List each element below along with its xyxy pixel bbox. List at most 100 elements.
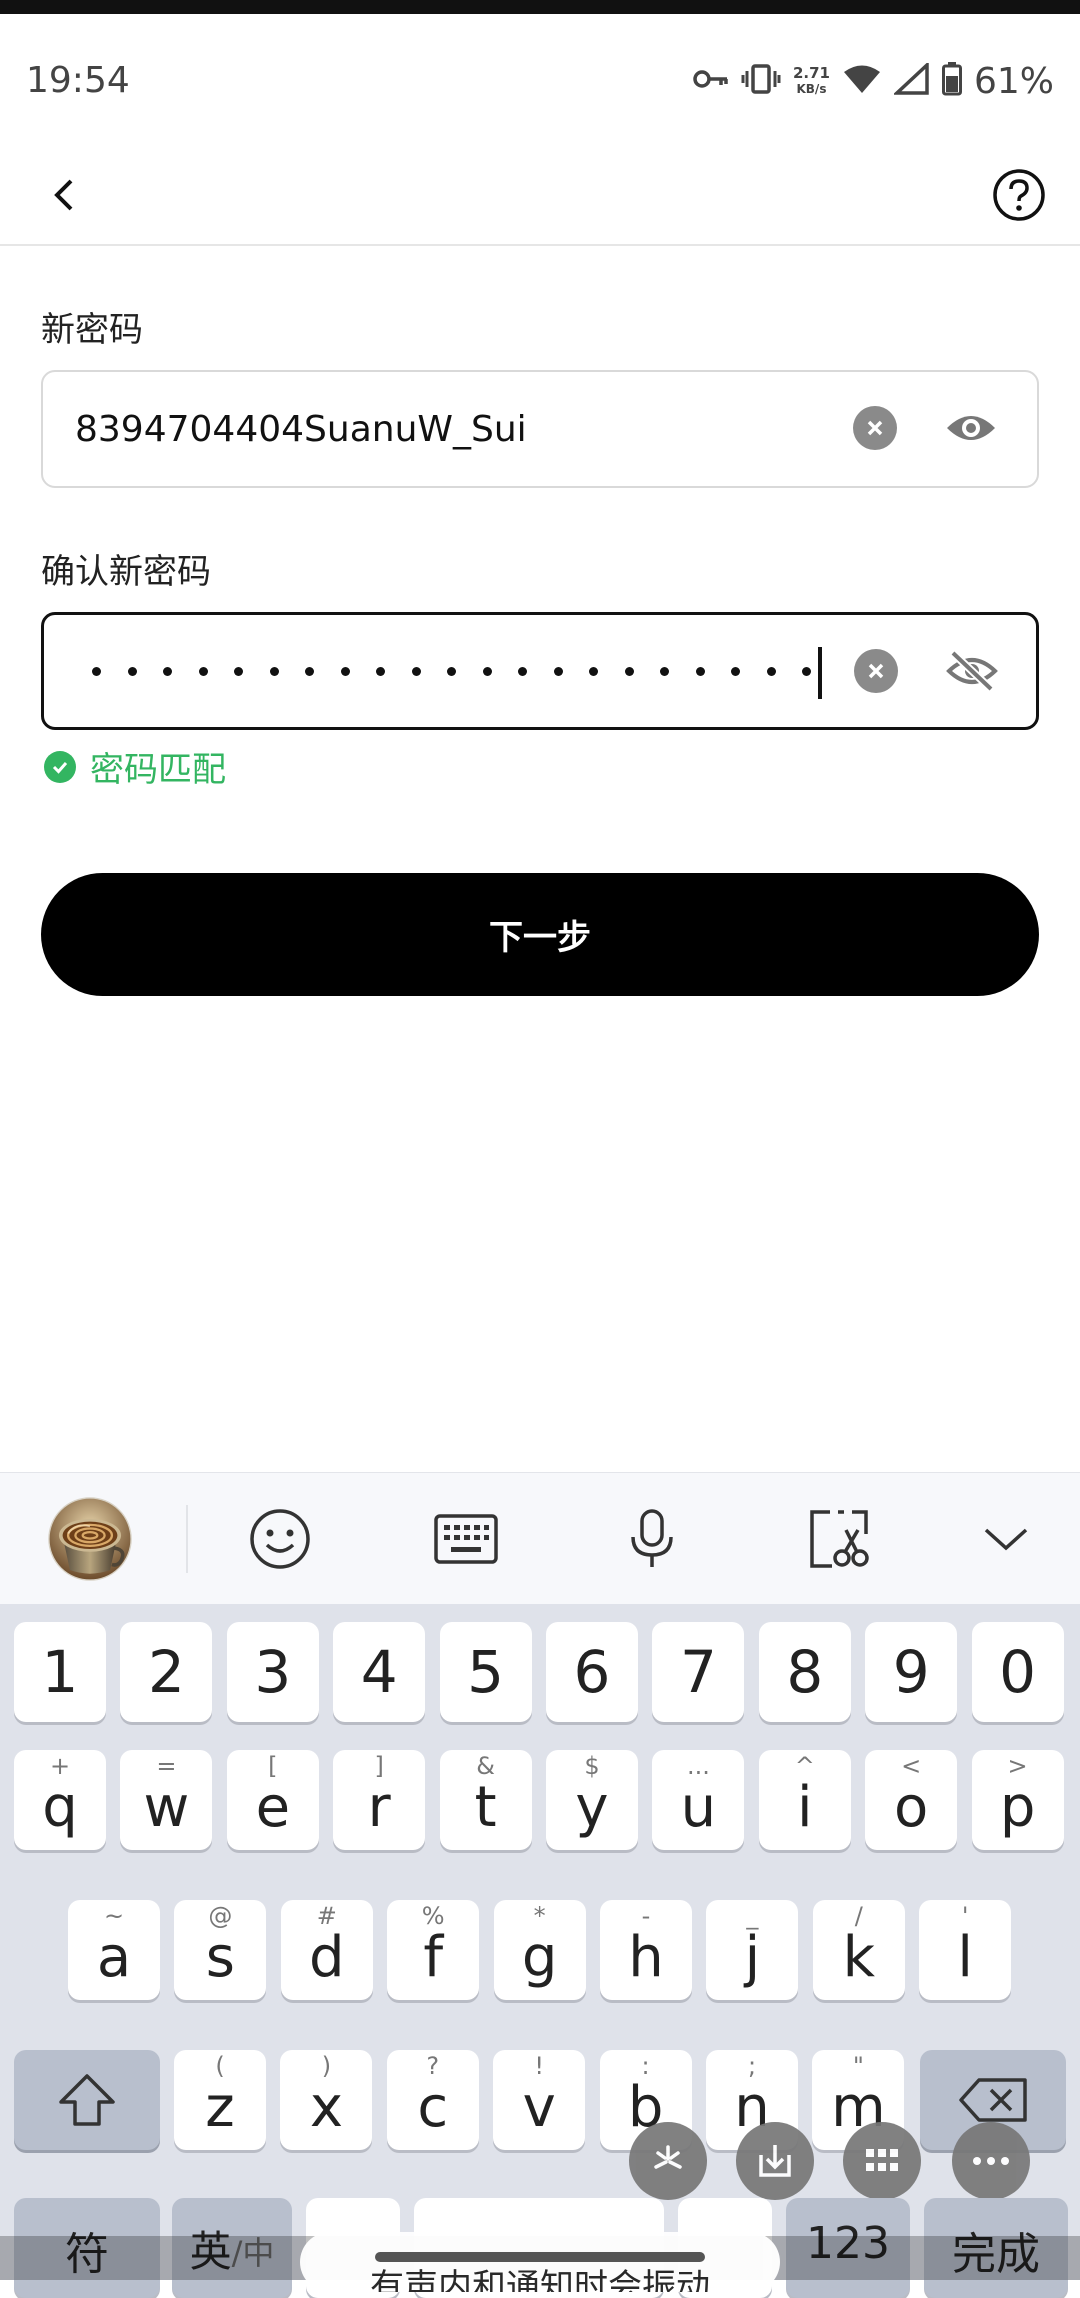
key-7[interactable]: 7 [652, 1622, 745, 1722]
key-o[interactable]: < o [865, 1750, 958, 1850]
floating-grid-button[interactable] [843, 2122, 921, 2200]
key-icon [693, 67, 729, 95]
key-u[interactable]: ... u [652, 1750, 745, 1850]
collapse-keyboard-button[interactable] [964, 1497, 1048, 1581]
mask-dot [198, 666, 208, 676]
avatar [48, 1497, 132, 1581]
mask-dot [802, 666, 811, 676]
key-a[interactable]: ~ a [68, 1900, 160, 2000]
keyboard-switch-button[interactable] [424, 1497, 508, 1581]
microphone-icon [631, 1509, 673, 1567]
key-8[interactable]: 8 [758, 1622, 851, 1722]
eye-icon [947, 416, 995, 440]
download-icon [759, 2145, 791, 2177]
key-q[interactable]: + q [14, 1750, 106, 1850]
floating-download-button[interactable] [736, 2122, 814, 2200]
clear-confirm-password-button[interactable] [854, 649, 898, 693]
network-speed: 2.71 KB/s [792, 64, 830, 96]
key-g[interactable]: * g [493, 1900, 586, 2000]
key-d[interactable]: # d [280, 1900, 373, 2000]
confirm-password-field[interactable] [41, 612, 1039, 730]
keyboard-icon [434, 1514, 498, 1564]
sparkle-icon [654, 2145, 682, 2169]
check-circle-icon [44, 750, 76, 783]
key-c[interactable]: ? c [386, 2050, 479, 2150]
key-v[interactable]: ! v [493, 2050, 586, 2150]
mask-dot [163, 666, 172, 676]
mask-dot [553, 666, 563, 676]
mask-dot [305, 666, 314, 676]
floating-launcher-button[interactable] [629, 2122, 707, 2200]
mask-dot [127, 666, 137, 676]
mask-dot [766, 666, 776, 676]
cell-signal-icon [892, 60, 930, 99]
toast-message: 有声内和通知时会振动 [300, 2232, 780, 2292]
mask-dot [340, 666, 350, 676]
grid-icon [866, 2149, 898, 2171]
key-w[interactable]: = w [120, 1750, 213, 1850]
key-l[interactable]: ' l [919, 1900, 1012, 2000]
status-time: 19:54 [26, 60, 130, 101]
wifi-icon [842, 63, 882, 99]
more-icon [973, 2157, 1009, 2165]
navigation-handle[interactable] [375, 2252, 705, 2262]
key-0[interactable]: 0 [971, 1622, 1064, 1722]
chevron-left-icon [54, 179, 73, 211]
help-button[interactable] [984, 160, 1054, 230]
status-bar: 19:54 2.71 KB/s 61% [0, 14, 1080, 154]
key-3[interactable]: 3 [226, 1622, 319, 1722]
key-1[interactable]: 1 [14, 1622, 106, 1722]
key-i[interactable]: ^ i [758, 1750, 851, 1850]
key-f[interactable]: % f [387, 1900, 480, 2000]
key-x[interactable]: ) x [280, 2050, 373, 2150]
floating-more-button[interactable] [952, 2122, 1030, 2200]
mask-dot [624, 666, 634, 676]
toolbar-divider [186, 1505, 188, 1573]
key-9[interactable]: 9 [865, 1622, 958, 1722]
app-header [0, 154, 1080, 246]
mask-dot [92, 666, 101, 676]
battery-percent: 61% [973, 60, 1054, 102]
key-t[interactable]: & t [439, 1750, 532, 1850]
key-4[interactable]: 4 [333, 1622, 426, 1722]
key-z[interactable]: (z [174, 2050, 266, 2150]
key-s[interactable]: @ s [174, 1900, 267, 2000]
new-password-field[interactable]: 8394704404SuanuW_Sui [41, 370, 1039, 488]
show-password-toggle[interactable] [938, 398, 1004, 458]
key-k[interactable]: / k [812, 1900, 905, 2000]
clipboard-button[interactable] [797, 1497, 881, 1581]
password-match-text: 密码匹配 [90, 750, 226, 790]
key-2[interactable]: 2 [120, 1622, 213, 1722]
text-cursor [818, 647, 822, 699]
mask-dot [589, 666, 598, 676]
hide-password-toggle[interactable] [939, 641, 1005, 701]
key-5[interactable]: 5 [439, 1622, 532, 1722]
mask-dot [482, 666, 492, 676]
mask-dot [518, 666, 527, 676]
shift-icon [59, 2074, 115, 2126]
emoji-button[interactable] [238, 1497, 322, 1581]
collapse-chevron-icon [984, 1528, 1028, 1551]
clear-new-password-button[interactable] [853, 406, 897, 450]
next-step-button[interactable]: 下一步 [41, 873, 1039, 996]
key-e[interactable]: [e [226, 1750, 319, 1850]
clipboard-scissors-icon [810, 1510, 869, 1568]
mask-dot [411, 666, 421, 676]
key-6[interactable]: 6 [546, 1622, 638, 1722]
eye-off-icon [946, 650, 998, 692]
key-p[interactable]: > p [971, 1750, 1064, 1850]
key-j[interactable]: _ j [706, 1900, 799, 2000]
shift-key[interactable] [14, 2050, 160, 2150]
new-password-label: 新密码 [41, 310, 143, 350]
key-h[interactable]: -h [600, 1900, 692, 2000]
close-icon [867, 420, 883, 436]
back-button[interactable] [30, 160, 100, 230]
key-y[interactable]: $ y [546, 1750, 638, 1850]
voice-input-button[interactable] [610, 1497, 694, 1581]
backspace-icon [959, 2078, 1027, 2122]
key-r[interactable]: ] r [333, 1750, 426, 1850]
status-icons: 2.71 KB/s 61% [693, 56, 1054, 106]
keyboard-avatar[interactable] [48, 1497, 132, 1581]
mask-dot [234, 666, 243, 676]
keyboard-toolbar [0, 1472, 1080, 1604]
